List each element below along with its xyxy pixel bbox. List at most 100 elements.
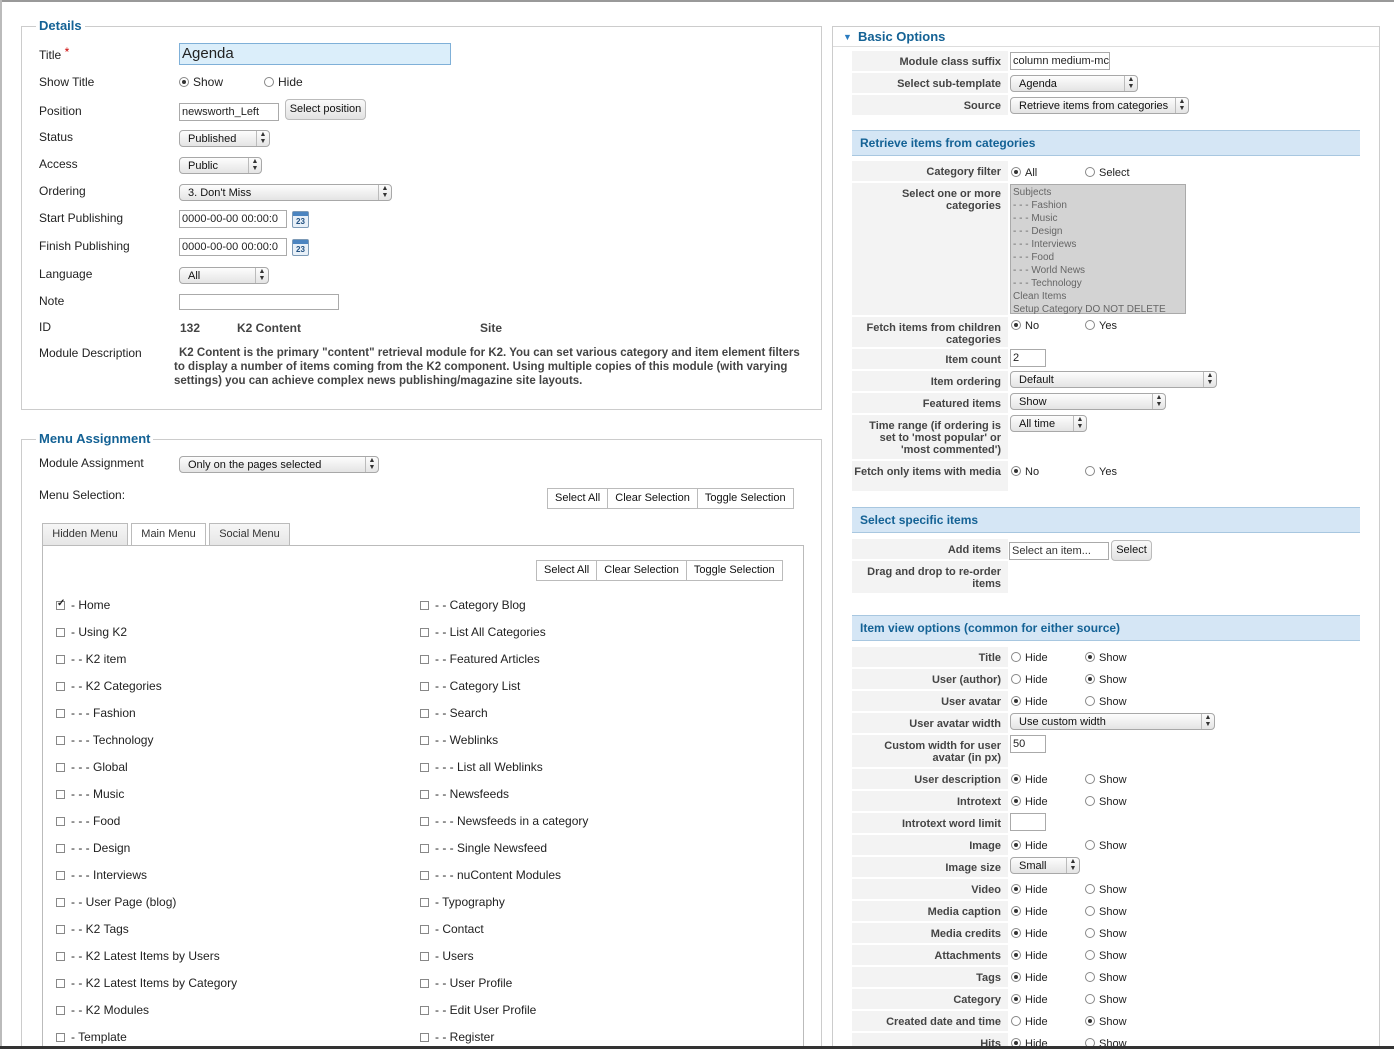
access-select[interactable]: Public ▲ ▼ <box>179 157 262 174</box>
checkbox[interactable] <box>56 763 65 772</box>
menu-item[interactable]: - - - nuContent Modules <box>420 868 561 882</box>
hide-radio[interactable]: Hide <box>1011 674 1048 686</box>
menu-item[interactable]: - Template <box>56 1030 127 1044</box>
menu-item[interactable]: - - Category Blog <box>420 598 526 612</box>
tab-main-menu[interactable]: Main Menu <box>131 523 206 546</box>
language-select[interactable]: All ▲ ▼ <box>179 267 269 284</box>
category-option[interactable]: - - - Technology <box>1013 277 1183 290</box>
toggle-selection-button[interactable]: Toggle Selection <box>687 561 782 580</box>
module-assignment-select[interactable]: Only on the pages selected ▲ ▼ <box>179 456 379 473</box>
menu-item[interactable]: - - - Global <box>56 760 128 774</box>
checkbox[interactable] <box>56 844 65 853</box>
checkbox[interactable] <box>56 952 65 961</box>
position-input[interactable]: newsworth_Left <box>179 103 279 121</box>
clear-selection-button[interactable]: Clear Selection <box>597 561 687 580</box>
categories-listbox[interactable]: Subjects - - - Fashion - - - Music - - - De… <box>1010 184 1186 316</box>
show-title-hide-radio[interactable]: Hide <box>264 75 303 89</box>
hide-radio[interactable]: Hide <box>1011 994 1048 1006</box>
checkbox[interactable] <box>56 628 65 637</box>
hide-radio[interactable]: Hide <box>1011 1016 1048 1028</box>
category-option[interactable]: - - - World News <box>1013 264 1183 277</box>
checkbox[interactable] <box>420 1006 429 1015</box>
checkbox[interactable] <box>420 628 429 637</box>
menu-item[interactable]: - - K2 Latest Items by Users <box>56 949 220 963</box>
item-ordering-select[interactable]: Default ▲ ▼ <box>1010 371 1217 388</box>
menu-item[interactable]: - - User Profile <box>420 976 512 990</box>
show-radio[interactable]: Show <box>1085 1016 1127 1028</box>
checkbox[interactable] <box>420 736 429 745</box>
checkbox[interactable] <box>56 598 65 610</box>
show-radio[interactable]: Show <box>1085 674 1127 686</box>
tab-social-menu[interactable]: Social Menu <box>209 523 290 545</box>
basic-options-header[interactable]: ▼ Basic Options <box>833 27 1379 47</box>
menu-item[interactable]: - Typography <box>420 895 505 909</box>
checkbox[interactable] <box>420 952 429 961</box>
introtext-limit-input[interactable] <box>1010 813 1046 831</box>
menu-item[interactable]: - - K2 Modules <box>56 1003 149 1017</box>
checkbox[interactable] <box>56 925 65 934</box>
hide-radio[interactable]: Hide <box>1011 796 1048 808</box>
select-item-button[interactable]: Select <box>1111 540 1152 561</box>
checkbox[interactable] <box>56 871 65 880</box>
category-option[interactable]: - - - Fashion <box>1013 199 1183 212</box>
clear-selection-button[interactable]: Clear Selection <box>608 489 698 508</box>
checkbox[interactable] <box>56 736 65 745</box>
menu-item[interactable]: - - User Page (blog) <box>56 895 176 909</box>
select-position-button[interactable]: Select position <box>285 99 366 120</box>
ordering-select[interactable]: 3. Don't Miss ▲ ▼ <box>179 184 392 201</box>
menu-item[interactable]: - - Search <box>420 706 488 720</box>
menu-item[interactable]: - - - Newsfeeds in a category <box>420 814 588 828</box>
checkbox[interactable] <box>56 1006 65 1015</box>
avatar-width-select[interactable]: Use custom width ▲ ▼ <box>1010 713 1215 730</box>
checkbox[interactable] <box>56 790 65 799</box>
show-radio[interactable]: Show <box>1085 906 1127 918</box>
time-range-select[interactable]: All time ▲ ▼ <box>1010 415 1087 432</box>
hide-radio[interactable]: Hide <box>1011 774 1048 786</box>
checkbox[interactable] <box>420 682 429 691</box>
show-radio[interactable]: Show <box>1085 696 1127 708</box>
show-radio[interactable]: Show <box>1085 652 1127 664</box>
category-filter-select-radio[interactable]: Select <box>1085 167 1130 179</box>
calendar-icon[interactable]: 23 <box>292 239 309 256</box>
show-radio[interactable]: Show <box>1085 774 1127 786</box>
featured-items-select[interactable]: Show ▲ ▼ <box>1010 393 1166 410</box>
fetch-media-no-radio[interactable]: No <box>1011 466 1039 478</box>
sub-template-select[interactable]: Agenda ▲ ▼ <box>1010 75 1138 92</box>
hide-radio[interactable]: Hide <box>1011 840 1048 852</box>
menu-item[interactable]: - - Category List <box>420 679 520 693</box>
menu-item[interactable]: - - Featured Articles <box>420 652 540 666</box>
checkbox[interactable] <box>420 844 429 853</box>
category-option[interactable]: Setup Category DO NOT DELETE <box>1013 303 1183 316</box>
show-radio[interactable]: Show <box>1085 796 1127 808</box>
hide-radio[interactable]: Hide <box>1011 906 1048 918</box>
checkbox[interactable] <box>56 655 65 664</box>
menu-item[interactable]: - - - List all Weblinks <box>420 760 543 774</box>
calendar-icon[interactable]: 23 <box>292 211 309 228</box>
category-option[interactable]: Subjects <box>1013 186 1183 199</box>
checkbox[interactable] <box>420 979 429 988</box>
title-input[interactable]: Agenda <box>179 43 451 65</box>
checkbox[interactable] <box>420 790 429 799</box>
menu-item[interactable]: - - - Fashion <box>56 706 136 720</box>
checkbox[interactable] <box>420 601 429 610</box>
checkbox[interactable] <box>420 898 429 907</box>
category-option[interactable]: Clean Items <box>1013 290 1183 303</box>
note-input[interactable] <box>179 294 339 310</box>
hide-radio[interactable]: Hide <box>1011 884 1048 896</box>
image-size-select[interactable]: Small ▲ ▼ <box>1010 857 1080 874</box>
menu-item[interactable]: - - - Food <box>56 814 120 828</box>
checkbox[interactable] <box>420 709 429 718</box>
menu-item[interactable]: - - List All Categories <box>420 625 546 639</box>
start-publishing-input[interactable]: 0000-00-00 00:00:0 <box>179 210 287 228</box>
fetch-children-yes-radio[interactable]: Yes <box>1085 320 1117 332</box>
finish-publishing-input[interactable]: 0000-00-00 00:00:0 <box>179 238 287 256</box>
category-option[interactable]: - - - Music <box>1013 212 1183 225</box>
menu-item[interactable]: - Users <box>420 949 474 963</box>
source-select[interactable]: Retrieve items from categories ▲ ▼ <box>1010 97 1189 114</box>
menu-item[interactable]: - - Edit User Profile <box>420 1003 536 1017</box>
menu-item[interactable]: - - K2 item <box>56 652 126 666</box>
hide-radio[interactable]: Hide <box>1011 928 1048 940</box>
category-option[interactable]: - - - Interviews <box>1013 238 1183 251</box>
show-radio[interactable]: Show <box>1085 884 1127 896</box>
checkbox[interactable] <box>56 1033 65 1042</box>
